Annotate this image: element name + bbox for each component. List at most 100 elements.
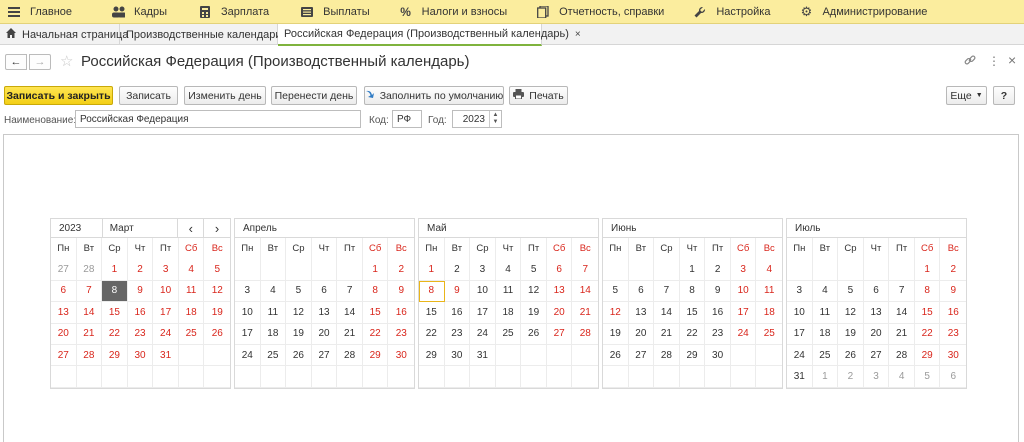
day-cell[interactable]: 21 xyxy=(889,323,915,345)
day-cell[interactable]: 5 xyxy=(521,259,547,281)
day-cell[interactable]: 28 xyxy=(572,324,599,345)
day-cell[interactable]: 7 xyxy=(76,280,103,303)
day-cell[interactable]: 22 xyxy=(914,323,941,345)
day-cell[interactable]: 5 xyxy=(914,366,941,388)
day-cell[interactable]: 8 xyxy=(362,280,389,303)
day-cell[interactable]: 21 xyxy=(337,323,363,345)
day-cell[interactable]: 20 xyxy=(311,323,338,345)
day-cell[interactable]: 6 xyxy=(546,259,573,281)
day-cell[interactable]: 23 xyxy=(388,324,415,345)
calendar-year[interactable]: 2023 xyxy=(51,218,103,238)
day-cell[interactable]: 10 xyxy=(787,302,813,324)
day-cell[interactable]: 25 xyxy=(812,344,839,367)
day-cell[interactable]: 5 xyxy=(204,259,231,281)
stepper-up-icon[interactable]: ▲ xyxy=(493,112,499,119)
day-cell[interactable]: 19 xyxy=(521,302,547,324)
day-cell[interactable]: 9 xyxy=(127,280,154,303)
day-cell[interactable]: 6 xyxy=(628,280,655,303)
day-cell[interactable]: 18 xyxy=(495,302,522,324)
help-button[interactable]: ? xyxy=(993,86,1015,105)
day-cell[interactable]: 27 xyxy=(311,344,338,367)
day-cell[interactable]: 5 xyxy=(603,280,629,303)
day-cell[interactable]: 15 xyxy=(362,302,389,324)
day-cell[interactable]: 10 xyxy=(470,280,496,303)
day-cell[interactable]: 27 xyxy=(51,259,77,281)
day-cell[interactable]: 28 xyxy=(76,259,103,281)
day-cell[interactable]: 7 xyxy=(654,280,680,303)
day-cell[interactable]: 30 xyxy=(127,344,154,367)
day-cell[interactable]: 29 xyxy=(679,344,706,367)
menu-item-staff[interactable]: Кадры xyxy=(82,0,177,24)
day-cell[interactable]: 1 xyxy=(812,366,839,388)
day-cell[interactable]: 3 xyxy=(863,366,890,388)
day-cell[interactable]: 14 xyxy=(76,302,103,324)
more-vertical-icon[interactable]: ⋮ xyxy=(988,54,1000,68)
day-cell[interactable]: 30 xyxy=(388,345,415,367)
day-cell[interactable]: 15 xyxy=(679,302,706,324)
menu-item-reports[interactable]: Отчетность, справки xyxy=(517,0,674,24)
day-cell[interactable]: 27 xyxy=(628,344,655,367)
day-cell[interactable]: 5 xyxy=(838,280,864,303)
day-cell[interactable]: 6 xyxy=(940,366,967,388)
day-cell[interactable]: 19 xyxy=(838,323,864,345)
day-cell[interactable]: 4 xyxy=(495,259,522,281)
day-cell[interactable]: 11 xyxy=(178,280,205,303)
move-day-button[interactable]: Перенести день xyxy=(271,86,357,105)
more-button[interactable]: Еще ▼ xyxy=(946,86,987,105)
day-cell[interactable]: 12 xyxy=(286,302,312,324)
day-cell[interactable]: 21 xyxy=(76,323,103,345)
day-cell[interactable]: 7 xyxy=(572,259,599,281)
day-cell[interactable]: 15 xyxy=(419,302,445,324)
menu-item-settings[interactable]: Настройка xyxy=(674,0,780,24)
day-cell[interactable]: 2 xyxy=(444,259,471,281)
stepper-down-icon[interactable]: ▼ xyxy=(493,119,499,126)
menu-item-administration[interactable]: ⚙ Администрирование xyxy=(780,0,937,24)
day-cell[interactable]: 3 xyxy=(787,280,813,303)
day-cell[interactable]: 6 xyxy=(311,280,338,303)
day-cell[interactable]: 9 xyxy=(705,280,731,303)
menu-item-main[interactable]: Главное xyxy=(0,0,82,24)
day-cell[interactable]: 9 xyxy=(940,281,967,303)
day-cell[interactable]: 11 xyxy=(812,302,839,324)
day-cell[interactable]: 12 xyxy=(204,281,231,303)
day-cell[interactable]: 22 xyxy=(102,323,128,345)
link-icon[interactable] xyxy=(964,54,976,69)
day-cell[interactable]: 19 xyxy=(286,323,312,345)
day-cell[interactable]: 15 xyxy=(102,302,128,324)
day-cell[interactable]: 1 xyxy=(419,259,445,281)
prev-month-button[interactable]: ‹ xyxy=(178,218,205,238)
day-cell[interactable]: 18 xyxy=(812,323,839,345)
day-cell[interactable]: 19 xyxy=(603,323,629,345)
day-cell[interactable]: 26 xyxy=(603,344,629,367)
day-cell[interactable]: 16 xyxy=(705,302,731,324)
day-cell[interactable]: 17 xyxy=(153,302,179,324)
day-cell[interactable]: 19 xyxy=(204,302,231,324)
day-cell[interactable]: 30 xyxy=(705,344,731,367)
day-cell[interactable]: 24 xyxy=(730,323,757,345)
day-cell[interactable]: 10 xyxy=(235,302,261,324)
day-cell[interactable]: 1 xyxy=(102,259,128,281)
day-cell[interactable]: 2 xyxy=(838,366,864,388)
day-cell[interactable]: 22 xyxy=(362,323,389,345)
tab-calendars[interactable]: Производственные календари xyxy=(120,24,282,45)
name-field[interactable]: Российская Федерация xyxy=(75,110,361,128)
day-cell[interactable]: 17 xyxy=(787,323,813,345)
back-button[interactable]: ← xyxy=(5,54,27,70)
print-button[interactable]: Печать xyxy=(509,86,568,105)
day-cell[interactable]: 28 xyxy=(889,344,915,367)
day-cell[interactable]: 27 xyxy=(546,323,573,345)
save-button[interactable]: Записать xyxy=(119,86,178,105)
day-cell[interactable]: 30 xyxy=(444,344,471,367)
day-cell[interactable]: 11 xyxy=(756,281,783,303)
day-cell[interactable]: 28 xyxy=(654,344,680,367)
day-cell[interactable]: 6 xyxy=(863,280,890,303)
day-cell[interactable]: 26 xyxy=(521,323,547,345)
day-cell[interactable]: 13 xyxy=(311,302,338,324)
day-cell[interactable]: 3 xyxy=(153,259,179,281)
day-cell[interactable]: 29 xyxy=(914,344,941,367)
day-cell[interactable]: 11 xyxy=(495,280,522,303)
day-cell[interactable]: 29 xyxy=(419,344,445,367)
day-cell[interactable]: 28 xyxy=(76,344,103,367)
day-cell[interactable]: 4 xyxy=(178,259,205,281)
day-cell[interactable]: 14 xyxy=(337,302,363,324)
